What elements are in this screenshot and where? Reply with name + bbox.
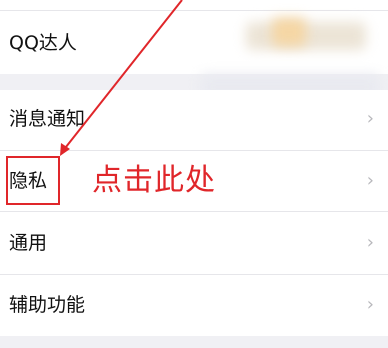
annotation-text: 点击此处 (92, 163, 216, 198)
previous-row-bottom (0, 0, 388, 11)
blurred-content (272, 18, 306, 46)
settings-item-notifications[interactable]: 消息通知 › (0, 90, 388, 150)
settings-page: QQ达人 消息通知 › 隐私 › 通用 › 辅助功能 › 点击此处 (0, 0, 388, 348)
blurred-content (246, 22, 366, 50)
settings-item-label: 辅助功能 (9, 294, 86, 316)
highlight-box (6, 156, 60, 205)
settings-item-label: QQ达人 (9, 32, 77, 54)
settings-item-label: 消息通知 (9, 108, 86, 130)
chevron-right-icon: › (366, 232, 374, 253)
settings-item-general[interactable]: 通用 › (0, 212, 388, 274)
chevron-right-icon: › (366, 294, 374, 315)
chevron-right-icon: › (366, 170, 374, 191)
settings-item-label: 通用 (9, 232, 48, 254)
settings-item-accessibility[interactable]: 辅助功能 › (0, 275, 388, 336)
chevron-right-icon: › (366, 108, 374, 129)
